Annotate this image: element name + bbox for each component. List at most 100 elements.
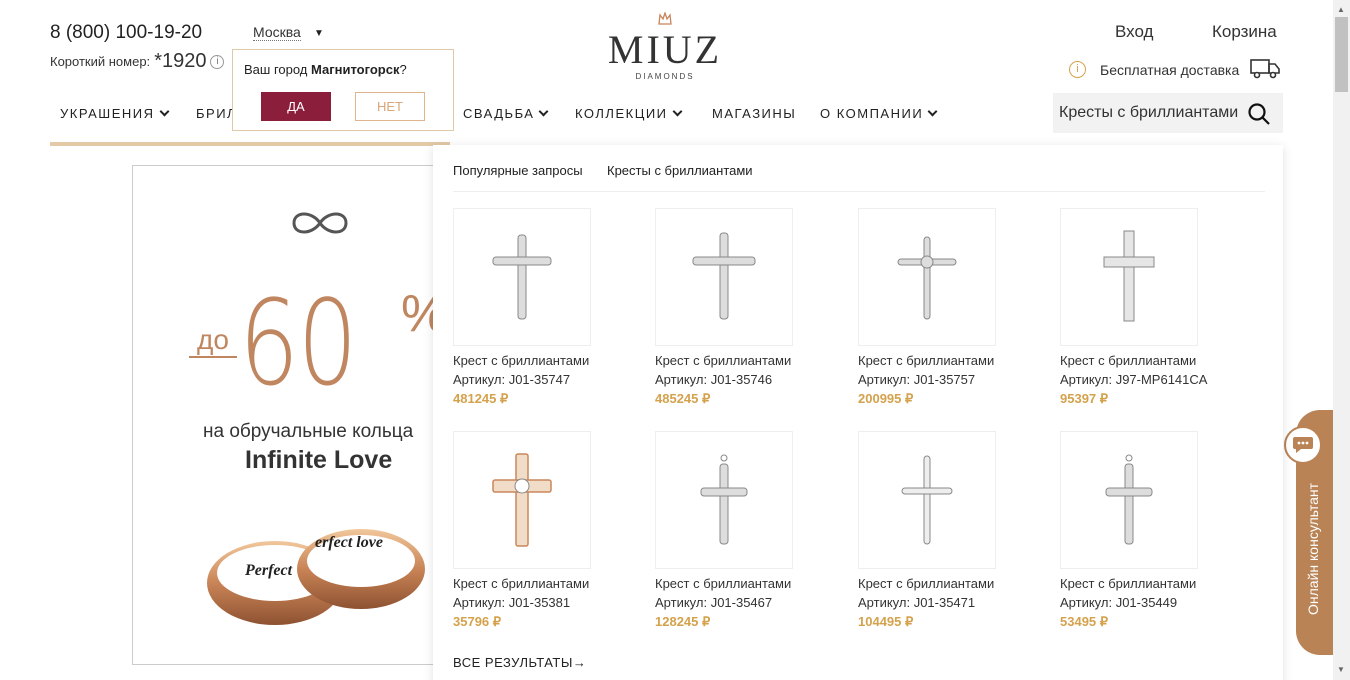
nav-item-wedding[interactable]: СВАДЬБА bbox=[463, 106, 549, 121]
nav-label: СВАДЬБА bbox=[463, 106, 535, 121]
cart-link[interactable]: Корзина bbox=[1212, 22, 1277, 42]
truck-icon bbox=[1249, 57, 1281, 82]
popular-label: Популярные запросы bbox=[453, 163, 583, 178]
product-card[interactable]: Крест с бриллиантами Артикул: J01-35471 … bbox=[858, 431, 1048, 641]
product-name: Крест с бриллиантами bbox=[858, 353, 995, 368]
cross-image bbox=[858, 431, 996, 569]
short-number-label: Короткий номер: bbox=[50, 54, 151, 69]
nav-underline bbox=[50, 142, 450, 146]
scroll-up-icon[interactable]: ▲ bbox=[1337, 5, 1345, 14]
product-name: Крест с бриллиантами bbox=[1060, 353, 1197, 368]
promo-banner[interactable]: до 60 % на обручальные кольца Infinite L… bbox=[132, 165, 442, 665]
chevron-down-icon bbox=[159, 106, 169, 117]
chevron-down-icon bbox=[672, 106, 682, 117]
product-article: Артикул: J01-35467 bbox=[655, 595, 773, 610]
product-article: Артикул: J01-35757 bbox=[858, 372, 976, 387]
chevron-down-icon bbox=[927, 106, 938, 117]
cross-image bbox=[858, 208, 996, 346]
city-question-suffix: ? bbox=[399, 62, 407, 77]
nav-item-diamonds[interactable]: БРИЛ bbox=[196, 106, 237, 121]
cross-image bbox=[1060, 208, 1198, 346]
nav-label: МАГАЗИНЫ bbox=[712, 106, 797, 121]
search-value: Кресты с бриллиантами bbox=[1059, 104, 1239, 121]
popular-query[interactable]: Кресты с бриллиантами bbox=[607, 163, 753, 178]
search-suggestions: Популярные запросы Кресты с бриллиантами… bbox=[433, 145, 1283, 680]
product-price: 485245 ₽ bbox=[655, 391, 711, 406]
logo-brand: MIUZ bbox=[607, 27, 723, 72]
product-price: 35796 ₽ bbox=[453, 614, 502, 629]
product-name: Крест с бриллиантами bbox=[453, 576, 590, 591]
scroll-down-icon[interactable]: ▼ bbox=[1337, 665, 1345, 674]
short-number: Короткий номер: *1920 i bbox=[50, 50, 225, 73]
banner-do: до bbox=[197, 324, 229, 355]
banner-sixty: 60 bbox=[239, 274, 358, 412]
product-card[interactable]: Крест с бриллиантами Артикул: J01-35381 … bbox=[453, 431, 643, 641]
product-card[interactable]: Крест с бриллиантами Артикул: J01-35747 … bbox=[453, 208, 643, 418]
nav-label: КОЛЛЕКЦИИ bbox=[575, 106, 668, 121]
product-article: Артикул: J01-35471 bbox=[858, 595, 976, 610]
product-price: 481245 ₽ bbox=[453, 391, 509, 406]
city-question-prefix: Ваш город bbox=[244, 62, 311, 77]
product-price: 128245 ₽ bbox=[655, 614, 711, 629]
banner-line2: Infinite Love bbox=[245, 446, 393, 474]
city-selector[interactable]: Москва bbox=[253, 24, 301, 41]
city-confirm-popup: Ваш город Магнитогорск? ДА НЕТ bbox=[232, 49, 454, 131]
product-article: Артикул: J97-MP6141CA bbox=[1060, 372, 1208, 387]
delivery-info[interactable]: i Бесплатная доставка bbox=[1069, 57, 1281, 82]
cross-image bbox=[655, 431, 793, 569]
scrollbar-thumb[interactable] bbox=[1335, 17, 1348, 92]
phone-number[interactable]: 8 (800) 100-19-20 bbox=[50, 22, 202, 44]
product-article: Артикул: J01-35449 bbox=[1060, 595, 1178, 610]
delivery-label: Бесплатная доставка bbox=[1100, 61, 1240, 78]
product-name: Крест с бриллиантами bbox=[453, 353, 590, 368]
info-icon: i bbox=[1069, 61, 1086, 78]
city-no-button[interactable]: НЕТ bbox=[355, 92, 425, 121]
scrollbar[interactable]: ▲ ▼ bbox=[1333, 0, 1350, 680]
product-price: 95397 ₽ bbox=[1060, 391, 1109, 406]
product-card[interactable]: Крест с бриллиантами Артикул: J97-MP6141… bbox=[1060, 208, 1250, 418]
short-number-value[interactable]: *1920 bbox=[154, 50, 206, 73]
ring-engraving-2: erfect love bbox=[315, 534, 383, 551]
product-article: Артикул: J01-35747 bbox=[453, 372, 571, 387]
nav-item-jewelry[interactable]: УКРАШЕНИЯ bbox=[60, 106, 169, 121]
product-price: 200995 ₽ bbox=[858, 391, 914, 406]
product-card[interactable]: Крест с бриллиантами Артикул: J01-35449 … bbox=[1060, 431, 1250, 641]
info-icon[interactable]: i bbox=[210, 54, 225, 69]
cross-image bbox=[453, 208, 591, 346]
product-card[interactable]: Крест с бриллиантами Артикул: J01-35746 … bbox=[655, 208, 845, 418]
cross-image bbox=[453, 431, 591, 569]
divider bbox=[453, 191, 1265, 192]
product-card[interactable]: Крест с бриллиантами Артикул: J01-35467 … bbox=[655, 431, 845, 641]
banner-dash bbox=[189, 356, 237, 358]
all-results-link[interactable]: ВСЕ РЕЗУЛЬТАТЫ→ bbox=[453, 655, 586, 670]
city-question: Ваш город Магнитогорск? bbox=[244, 62, 407, 77]
login-link[interactable]: Вход bbox=[1115, 22, 1153, 42]
nav-item-collections[interactable]: КОЛЛЕКЦИИ bbox=[575, 106, 682, 121]
product-name: Крест с бриллиантами bbox=[1060, 576, 1197, 591]
search-icon[interactable] bbox=[1247, 102, 1271, 131]
nav-label: БРИЛ bbox=[196, 106, 238, 121]
product-price: 53495 ₽ bbox=[1060, 614, 1109, 629]
product-name: Крест с бриллиантами bbox=[655, 576, 792, 591]
city-yes-button[interactable]: ДА bbox=[261, 92, 331, 121]
nav-item-stores[interactable]: МАГАЗИНЫ bbox=[712, 106, 796, 121]
caret-down-icon[interactable]: ▼ bbox=[314, 28, 324, 39]
chevron-down-icon bbox=[539, 106, 549, 117]
infinity-icon bbox=[288, 208, 352, 243]
logo[interactable]: MIUZ DIAMONDS bbox=[600, 10, 730, 81]
rings-image: Perfect erfect love bbox=[203, 521, 441, 656]
product-card[interactable]: Крест с бриллиантами Артикул: J01-35757 … bbox=[858, 208, 1048, 418]
city-question-city: Магнитогорск bbox=[311, 62, 400, 77]
banner-line1: на обручальные кольца bbox=[203, 421, 414, 442]
chat-icon bbox=[1284, 426, 1322, 464]
product-article: Артикул: J01-35381 bbox=[453, 595, 571, 610]
online-consultant-tab[interactable]: Онлайн консультант bbox=[1284, 410, 1336, 655]
search-input[interactable]: Кресты с бриллиантами bbox=[1053, 93, 1283, 133]
nav-label: УКРАШЕНИЯ bbox=[60, 106, 155, 121]
product-name: Крест с бриллиантами bbox=[655, 353, 792, 368]
nav-item-about[interactable]: О КОМПАНИИ bbox=[820, 106, 938, 121]
cross-image bbox=[1060, 431, 1198, 569]
logo-sub: DIAMONDS bbox=[635, 72, 695, 81]
consultant-label: Онлайн консультант bbox=[1305, 482, 1321, 615]
product-price: 104495 ₽ bbox=[858, 614, 914, 629]
